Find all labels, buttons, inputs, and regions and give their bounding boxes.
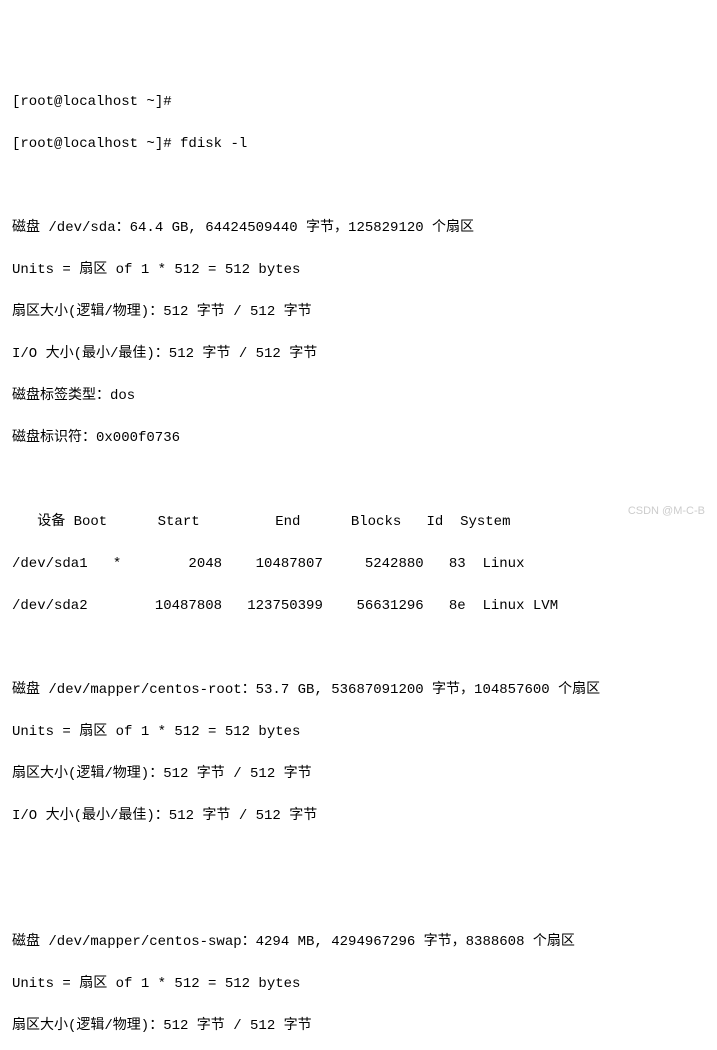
partition-table-header: 设备 Boot Start End Blocks Id System	[12, 512, 705, 533]
blank-line	[12, 890, 705, 911]
disk-sda-label-type: 磁盘标签类型：dos	[12, 386, 705, 407]
disk-sda-io-size: I/O 大小(最小/最佳)：512 字节 / 512 字节	[12, 344, 705, 365]
disk-root-io-size: I/O 大小(最小/最佳)：512 字节 / 512 字节	[12, 806, 705, 827]
partition-row-sda1: /dev/sda1 * 2048 10487807 5242880 83 Lin…	[12, 554, 705, 575]
shell-prompt: [root@localhost ~]#	[12, 94, 180, 110]
prompt-line-empty: [root@localhost ~]#	[12, 92, 705, 113]
disk-swap-sector-size: 扇区大小(逻辑/物理)：512 字节 / 512 字节	[12, 1016, 705, 1037]
prompt-line-command: [root@localhost ~]# fdisk -l	[12, 134, 705, 155]
disk-sda-header: 磁盘 /dev/sda：64.4 GB, 64424509440 字节，1258…	[12, 218, 705, 239]
partition-row-sda2: /dev/sda2 10487808 123750399 56631296 8e…	[12, 596, 705, 617]
disk-root-units: Units = 扇区 of 1 * 512 = 512 bytes	[12, 722, 705, 743]
watermark-text: CSDN @M-C-B	[628, 503, 705, 520]
blank-line	[12, 638, 705, 659]
command-text: fdisk -l	[180, 136, 247, 152]
blank-line	[12, 470, 705, 491]
disk-sda-units: Units = 扇区 of 1 * 512 = 512 bytes	[12, 260, 705, 281]
shell-prompt: [root@localhost ~]#	[12, 136, 180, 152]
disk-root-sector-size: 扇区大小(逻辑/物理)：512 字节 / 512 字节	[12, 764, 705, 785]
disk-root-header: 磁盘 /dev/mapper/centos-root：53.7 GB, 5368…	[12, 680, 705, 701]
blank-line	[12, 176, 705, 197]
blank-line	[12, 848, 705, 869]
disk-swap-units: Units = 扇区 of 1 * 512 = 512 bytes	[12, 974, 705, 995]
disk-swap-header: 磁盘 /dev/mapper/centos-swap：4294 MB, 4294…	[12, 932, 705, 953]
disk-sda-sector-size: 扇区大小(逻辑/物理)：512 字节 / 512 字节	[12, 302, 705, 323]
disk-sda-identifier: 磁盘标识符：0x000f0736	[12, 428, 705, 449]
